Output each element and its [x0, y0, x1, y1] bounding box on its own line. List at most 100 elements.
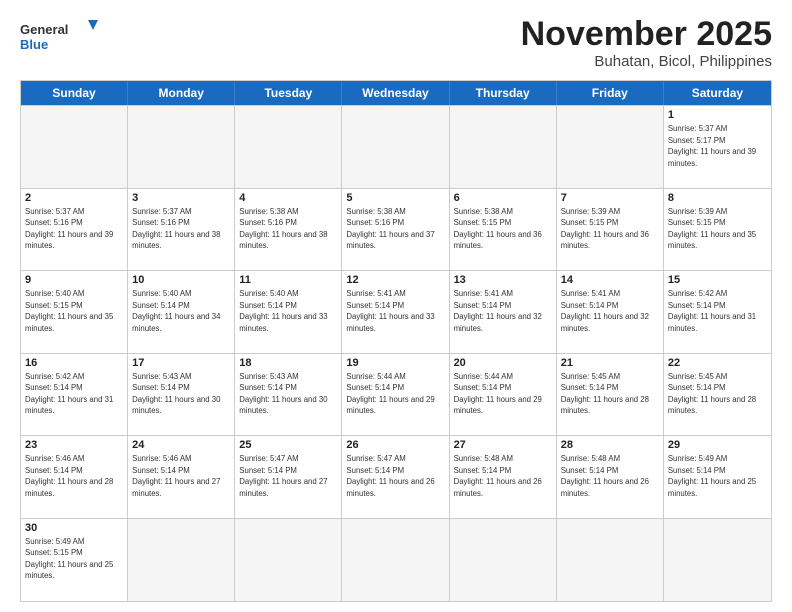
cell-info: Sunrise: 5:45 AMSunset: 5:14 PMDaylight:…	[668, 372, 756, 416]
header-saturday: Saturday	[664, 81, 771, 105]
svg-text:Blue: Blue	[20, 37, 48, 52]
cell-info: Sunrise: 5:48 AMSunset: 5:14 PMDaylight:…	[561, 454, 649, 498]
calendar-cell-3-6: 22 Sunrise: 5:45 AMSunset: 5:14 PMDaylig…	[664, 354, 771, 435]
calendar-cell-5-4	[450, 519, 557, 601]
cell-info: Sunrise: 5:38 AMSunset: 5:16 PMDaylight:…	[346, 207, 434, 251]
calendar-cell-0-6: 1 Sunrise: 5:37 AMSunset: 5:17 PMDayligh…	[664, 106, 771, 187]
calendar-cell-1-5: 7 Sunrise: 5:39 AMSunset: 5:15 PMDayligh…	[557, 189, 664, 270]
month-title: November 2025	[521, 16, 772, 53]
header-tuesday: Tuesday	[235, 81, 342, 105]
calendar-cell-5-3	[342, 519, 449, 601]
day-number: 7	[561, 192, 659, 204]
cell-info: Sunrise: 5:37 AMSunset: 5:16 PMDaylight:…	[132, 207, 220, 251]
cell-info: Sunrise: 5:40 AMSunset: 5:14 PMDaylight:…	[132, 289, 220, 333]
day-number: 13	[454, 274, 552, 286]
calendar-cell-2-2: 11 Sunrise: 5:40 AMSunset: 5:14 PMDaylig…	[235, 271, 342, 352]
day-number: 22	[668, 357, 767, 369]
day-number: 16	[25, 357, 123, 369]
calendar: Sunday Monday Tuesday Wednesday Thursday…	[20, 80, 772, 602]
day-number: 17	[132, 357, 230, 369]
day-number: 28	[561, 439, 659, 451]
cell-info: Sunrise: 5:41 AMSunset: 5:14 PMDaylight:…	[561, 289, 649, 333]
calendar-cell-5-2	[235, 519, 342, 601]
day-number: 21	[561, 357, 659, 369]
cell-info: Sunrise: 5:47 AMSunset: 5:14 PMDaylight:…	[239, 454, 327, 498]
cell-info: Sunrise: 5:46 AMSunset: 5:14 PMDaylight:…	[25, 454, 113, 498]
calendar-row-3: 16 Sunrise: 5:42 AMSunset: 5:14 PMDaylig…	[21, 354, 771, 436]
day-number: 23	[25, 439, 123, 451]
day-number: 29	[668, 439, 767, 451]
calendar-cell-1-3: 5 Sunrise: 5:38 AMSunset: 5:16 PMDayligh…	[342, 189, 449, 270]
cell-info: Sunrise: 5:47 AMSunset: 5:14 PMDaylight:…	[346, 454, 434, 498]
day-number: 20	[454, 357, 552, 369]
day-number: 8	[668, 192, 767, 204]
calendar-row-0: 1 Sunrise: 5:37 AMSunset: 5:17 PMDayligh…	[21, 106, 771, 188]
day-number: 10	[132, 274, 230, 286]
calendar-row-4: 23 Sunrise: 5:46 AMSunset: 5:14 PMDaylig…	[21, 436, 771, 518]
cell-info: Sunrise: 5:37 AMSunset: 5:16 PMDaylight:…	[25, 207, 113, 251]
cell-info: Sunrise: 5:49 AMSunset: 5:14 PMDaylight:…	[668, 454, 756, 498]
calendar-cell-5-5	[557, 519, 664, 601]
calendar-cell-3-1: 17 Sunrise: 5:43 AMSunset: 5:14 PMDaylig…	[128, 354, 235, 435]
day-number: 30	[25, 522, 123, 534]
day-number: 5	[346, 192, 444, 204]
day-number: 18	[239, 357, 337, 369]
calendar-cell-1-2: 4 Sunrise: 5:38 AMSunset: 5:16 PMDayligh…	[235, 189, 342, 270]
calendar-cell-2-6: 15 Sunrise: 5:42 AMSunset: 5:14 PMDaylig…	[664, 271, 771, 352]
calendar-cell-4-5: 28 Sunrise: 5:48 AMSunset: 5:14 PMDaylig…	[557, 436, 664, 517]
calendar-cell-0-1	[128, 106, 235, 187]
generalblue-logo-icon: General Blue	[20, 16, 100, 56]
calendar-cell-2-1: 10 Sunrise: 5:40 AMSunset: 5:14 PMDaylig…	[128, 271, 235, 352]
day-number: 24	[132, 439, 230, 451]
calendar-cell-3-0: 16 Sunrise: 5:42 AMSunset: 5:14 PMDaylig…	[21, 354, 128, 435]
calendar-cell-1-0: 2 Sunrise: 5:37 AMSunset: 5:16 PMDayligh…	[21, 189, 128, 270]
day-number: 26	[346, 439, 444, 451]
header-friday: Friday	[557, 81, 664, 105]
cell-info: Sunrise: 5:41 AMSunset: 5:14 PMDaylight:…	[346, 289, 434, 333]
calendar-cell-2-5: 14 Sunrise: 5:41 AMSunset: 5:14 PMDaylig…	[557, 271, 664, 352]
calendar-cell-3-3: 19 Sunrise: 5:44 AMSunset: 5:14 PMDaylig…	[342, 354, 449, 435]
logo: General Blue	[20, 16, 100, 56]
cell-info: Sunrise: 5:41 AMSunset: 5:14 PMDaylight:…	[454, 289, 542, 333]
calendar-row-1: 2 Sunrise: 5:37 AMSunset: 5:16 PMDayligh…	[21, 189, 771, 271]
calendar-cell-0-3	[342, 106, 449, 187]
day-number: 3	[132, 192, 230, 204]
cell-info: Sunrise: 5:49 AMSunset: 5:15 PMDaylight:…	[25, 537, 113, 581]
calendar-cell-2-3: 12 Sunrise: 5:41 AMSunset: 5:14 PMDaylig…	[342, 271, 449, 352]
cell-info: Sunrise: 5:45 AMSunset: 5:14 PMDaylight:…	[561, 372, 649, 416]
header: General Blue November 2025 Buhatan, Bico…	[20, 16, 772, 70]
calendar-cell-0-0	[21, 106, 128, 187]
calendar-cell-4-6: 29 Sunrise: 5:49 AMSunset: 5:14 PMDaylig…	[664, 436, 771, 517]
calendar-cell-1-1: 3 Sunrise: 5:37 AMSunset: 5:16 PMDayligh…	[128, 189, 235, 270]
calendar-cell-2-0: 9 Sunrise: 5:40 AMSunset: 5:15 PMDayligh…	[21, 271, 128, 352]
day-number: 9	[25, 274, 123, 286]
location: Buhatan, Bicol, Philippines	[521, 53, 772, 70]
calendar-row-2: 9 Sunrise: 5:40 AMSunset: 5:15 PMDayligh…	[21, 271, 771, 353]
calendar-cell-4-0: 23 Sunrise: 5:46 AMSunset: 5:14 PMDaylig…	[21, 436, 128, 517]
calendar-cell-4-4: 27 Sunrise: 5:48 AMSunset: 5:14 PMDaylig…	[450, 436, 557, 517]
calendar-cell-4-1: 24 Sunrise: 5:46 AMSunset: 5:14 PMDaylig…	[128, 436, 235, 517]
day-number: 2	[25, 192, 123, 204]
day-number: 25	[239, 439, 337, 451]
cell-info: Sunrise: 5:44 AMSunset: 5:14 PMDaylight:…	[454, 372, 542, 416]
header-sunday: Sunday	[21, 81, 128, 105]
header-wednesday: Wednesday	[342, 81, 449, 105]
cell-info: Sunrise: 5:42 AMSunset: 5:14 PMDaylight:…	[25, 372, 113, 416]
calendar-header: Sunday Monday Tuesday Wednesday Thursday…	[21, 81, 771, 105]
calendar-cell-0-5	[557, 106, 664, 187]
calendar-cell-3-4: 20 Sunrise: 5:44 AMSunset: 5:14 PMDaylig…	[450, 354, 557, 435]
svg-text:General: General	[20, 22, 68, 37]
calendar-cell-4-2: 25 Sunrise: 5:47 AMSunset: 5:14 PMDaylig…	[235, 436, 342, 517]
day-number: 19	[346, 357, 444, 369]
cell-info: Sunrise: 5:39 AMSunset: 5:15 PMDaylight:…	[561, 207, 649, 251]
calendar-row-5: 30 Sunrise: 5:49 AMSunset: 5:15 PMDaylig…	[21, 519, 771, 601]
cell-info: Sunrise: 5:37 AMSunset: 5:17 PMDaylight:…	[668, 124, 756, 168]
day-number: 14	[561, 274, 659, 286]
calendar-cell-5-6	[664, 519, 771, 601]
header-thursday: Thursday	[450, 81, 557, 105]
calendar-cell-5-0: 30 Sunrise: 5:49 AMSunset: 5:15 PMDaylig…	[21, 519, 128, 601]
cell-info: Sunrise: 5:40 AMSunset: 5:15 PMDaylight:…	[25, 289, 113, 333]
calendar-cell-4-3: 26 Sunrise: 5:47 AMSunset: 5:14 PMDaylig…	[342, 436, 449, 517]
header-monday: Monday	[128, 81, 235, 105]
day-number: 11	[239, 274, 337, 286]
